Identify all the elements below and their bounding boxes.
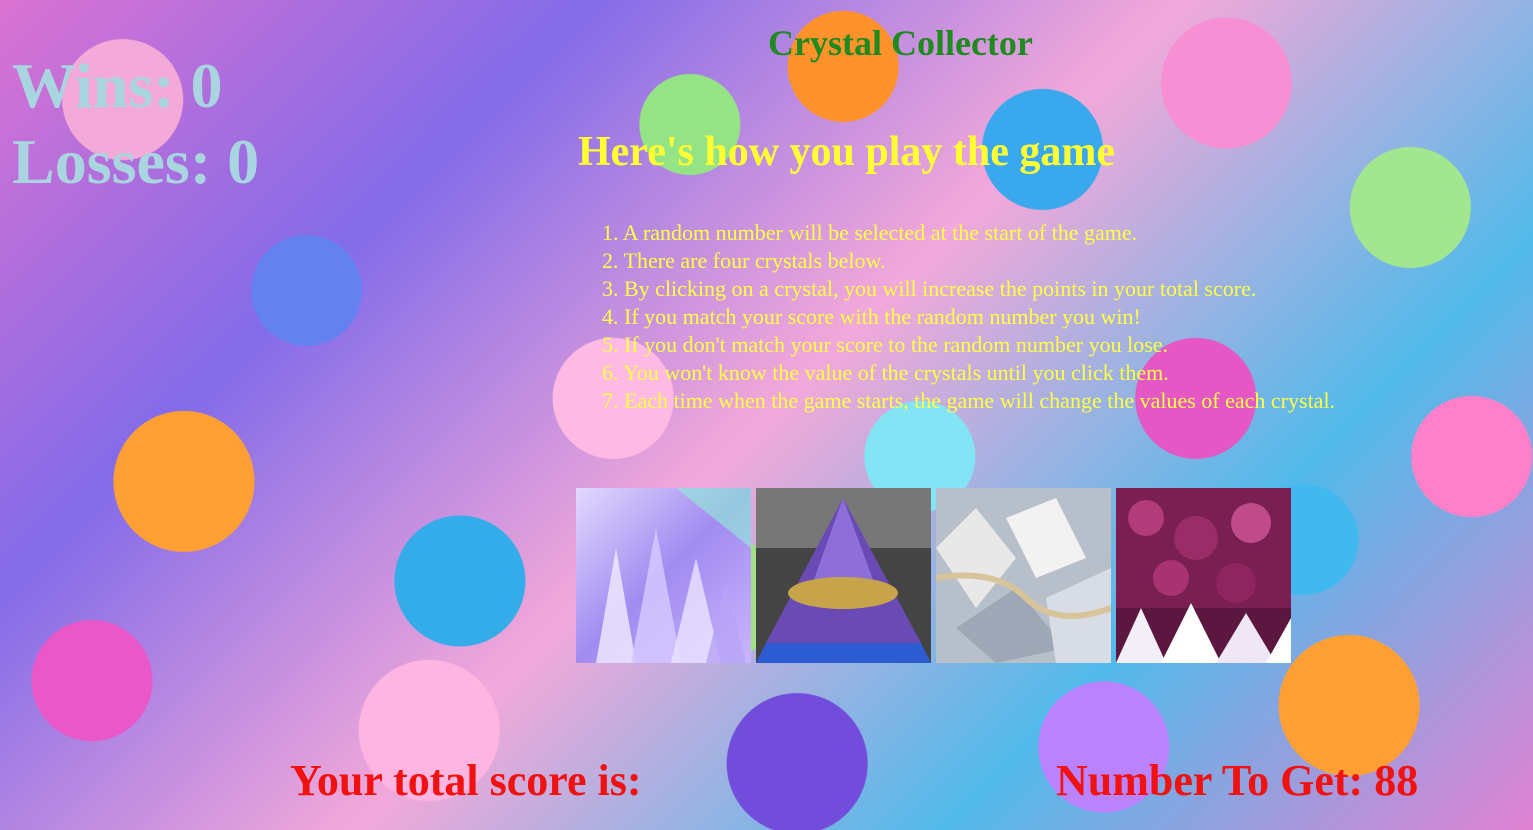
pyramid-crystal-icon (756, 488, 931, 663)
rule-item: 4. If you match your score with the rand… (602, 304, 1141, 329)
total-score-label: Your total score is: (290, 756, 642, 805)
rule-item: 2. There are four crystals below. (602, 248, 886, 273)
rule-item: 6. You won't know the value of the cryst… (602, 360, 1169, 385)
rule-item: 7. Each time when the game starts, the g… (602, 388, 1336, 413)
rule-item: 5. If you don't match your score to the … (602, 332, 1169, 357)
crystal-2-button[interactable] (756, 488, 931, 663)
crystal-4-button[interactable] (1116, 488, 1291, 663)
rules-list: 1. A random number will be selected at t… (602, 219, 1335, 415)
rule-item: 3. By clicking on a crystal, you will in… (602, 276, 1257, 301)
wins-counter: Wins: 0 (12, 50, 223, 121)
stats-panel: Wins: 0 Losses: 0 (12, 48, 259, 200)
target-number: Number To Get: 88 (1056, 756, 1419, 805)
instructions-title: Here's how you play the game (578, 129, 1116, 175)
rule-item: 1. A random number will be selected at t… (602, 220, 1138, 245)
game-title: Crystal Collector (768, 23, 1033, 63)
crystal-1-button[interactable] (576, 488, 751, 663)
crystal-buttons (576, 488, 1291, 663)
amethyst-crystal-icon (1116, 488, 1291, 663)
crystal-3-button[interactable] (936, 488, 1111, 663)
geode-crystal-icon (936, 488, 1111, 663)
quartz-crystal-icon (576, 488, 751, 663)
losses-counter: Losses: 0 (12, 126, 260, 197)
